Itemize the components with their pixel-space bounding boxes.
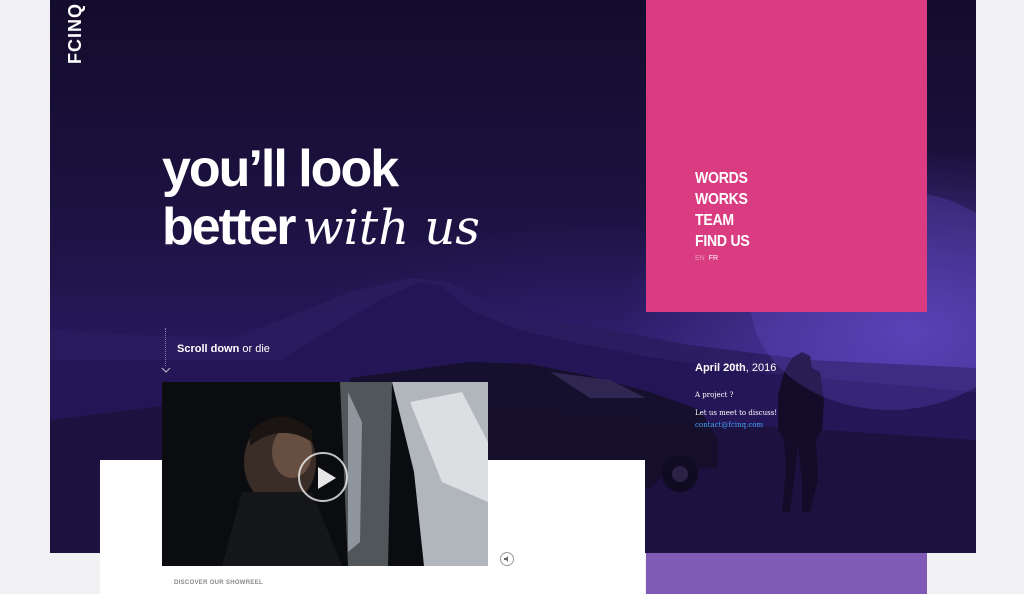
scroll-hint-rest: or die (239, 343, 270, 355)
play-button[interactable] (298, 452, 348, 502)
hero-headline: you’ll look better with us (162, 140, 582, 257)
chevron-down-icon[interactable] (160, 366, 172, 374)
speaker-icon[interactable] (500, 552, 514, 566)
menu-item-works[interactable]: WORKS (695, 189, 749, 210)
scroll-guide-line (165, 328, 166, 366)
event-date-bold: April 20th (695, 362, 746, 374)
menu-item-team[interactable]: TEAM (695, 210, 749, 231)
lang-en-link[interactable]: EN (695, 255, 705, 262)
language-switcher: EN FR (695, 255, 718, 262)
meet-text: Let us meet to discuss! (695, 409, 778, 417)
scroll-hint-bold: Scroll down (177, 343, 240, 355)
purple-accent-panel (646, 553, 927, 594)
showreel-video[interactable] (162, 382, 488, 566)
main-menu: WORDS WORKS TEAM FIND US (695, 168, 757, 252)
headline-script-words: with us (302, 200, 480, 256)
headline-line-1: you’ll look (162, 140, 399, 198)
play-icon (318, 467, 336, 489)
headline-line-2: better with us (162, 198, 582, 257)
menu-item-words[interactable]: WORDS (695, 168, 749, 189)
menu-item-find-us[interactable]: FIND US (695, 231, 750, 252)
event-date: April 20th, 2016 (695, 362, 776, 374)
scroll-hint: Scroll down or die (177, 343, 270, 355)
project-question: A project ? (695, 391, 734, 399)
lang-fr-link[interactable]: FR (709, 255, 718, 262)
headline-bold-word: better (162, 198, 296, 256)
showreel-label[interactable]: DISCOVER OUR SHOWREEL (174, 580, 263, 586)
event-date-year: , 2016 (745, 362, 777, 374)
page: FCINQ you’ll look better with us Scroll d… (0, 0, 1024, 594)
fcinq-logo[interactable]: FCINQ (62, 3, 88, 64)
contact-email-link[interactable]: contact@fcinq.com (695, 421, 763, 429)
menu-panel: WORDS WORKS TEAM FIND US EN FR (646, 0, 927, 312)
